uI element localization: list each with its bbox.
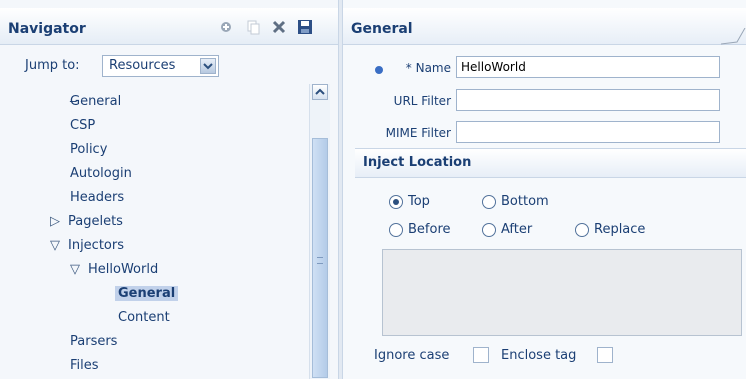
inject-location-header: Inject Location bbox=[355, 148, 746, 178]
expand-arrow-icon[interactable]: ▷ bbox=[50, 214, 62, 229]
required-dot-icon bbox=[374, 64, 384, 79]
radio-before[interactable] bbox=[389, 223, 403, 237]
radio-top[interactable] bbox=[389, 195, 403, 209]
url-filter-label: URL Filter bbox=[393, 94, 451, 108]
add-icon[interactable] bbox=[218, 19, 234, 35]
ignore-case-checkbox[interactable] bbox=[473, 347, 489, 363]
name-input[interactable] bbox=[456, 56, 720, 78]
delete-icon[interactable] bbox=[271, 19, 287, 35]
radio-after[interactable] bbox=[482, 223, 496, 237]
radio-replace-label: Replace bbox=[594, 222, 646, 237]
navigator-pane: Navigator Jump to: Resources _ General C… bbox=[0, 0, 338, 379]
radio-bottom[interactable] bbox=[482, 195, 496, 209]
radio-bottom-label: Bottom bbox=[501, 194, 549, 209]
general-title: General bbox=[351, 21, 413, 37]
tree-item-headers[interactable]: Headers bbox=[70, 190, 124, 205]
general-header: General bbox=[343, 8, 746, 45]
chevron-down-icon[interactable] bbox=[200, 58, 216, 74]
tree-item-helloworld-general[interactable]: General bbox=[115, 286, 179, 301]
tree-item-parsers[interactable]: Parsers bbox=[70, 334, 117, 349]
enclose-tag-label: Enclose tag bbox=[501, 348, 577, 363]
tree-item-general[interactable]: General bbox=[70, 94, 121, 109]
tree-item-policy[interactable]: Policy bbox=[70, 142, 107, 157]
copy-icon[interactable] bbox=[245, 19, 261, 35]
ignore-case-label: Ignore case bbox=[374, 348, 450, 363]
navigator-header: Navigator bbox=[0, 8, 338, 45]
resource-tree: _ General CSP Policy Autologin Headers ▷… bbox=[0, 90, 305, 379]
radio-replace[interactable] bbox=[575, 223, 589, 237]
tree-item-pagelets-label: Pagelets bbox=[68, 214, 123, 229]
mime-filter-input[interactable] bbox=[456, 121, 720, 143]
jump-to-label: Jump to: bbox=[25, 58, 80, 73]
navigator-title: Navigator bbox=[8, 21, 86, 37]
general-pane: General * Name URL Filter MIME Filter In… bbox=[343, 0, 746, 379]
radio-before-label: Before bbox=[408, 222, 451, 237]
navigator-scrollbar[interactable] bbox=[309, 84, 330, 379]
scroll-up-button[interactable] bbox=[312, 84, 328, 100]
tree-item-autologin[interactable]: Autologin bbox=[70, 166, 132, 181]
inject-location-title: Inject Location bbox=[363, 155, 472, 170]
radio-after-label: After bbox=[501, 222, 533, 237]
collapse-arrow-icon[interactable]: ▽ bbox=[50, 238, 62, 253]
mime-filter-label: MIME Filter bbox=[385, 126, 451, 140]
scroll-grip-icon bbox=[317, 257, 323, 264]
tree-item-injectors-label: Injectors bbox=[68, 238, 124, 253]
inject-content-textarea[interactable] bbox=[382, 249, 742, 336]
jump-to-select[interactable]: Resources bbox=[102, 55, 219, 77]
tree-item-csp[interactable]: CSP bbox=[70, 118, 95, 133]
callout-corner-icon bbox=[720, 27, 746, 50]
tree-item-helloworld-content[interactable]: Content bbox=[118, 310, 170, 325]
url-filter-input[interactable] bbox=[456, 89, 720, 111]
collapse-arrow-icon[interactable]: ▽ bbox=[70, 262, 82, 277]
tree-item-injectors[interactable]: ▽ Injectors bbox=[50, 238, 124, 253]
tree-item-helloworld-label: HelloWorld bbox=[88, 262, 159, 277]
name-label: * Name bbox=[405, 61, 451, 75]
tree-item-helloworld[interactable]: ▽ HelloWorld bbox=[70, 262, 158, 277]
tree-item-pagelets[interactable]: ▷ Pagelets bbox=[50, 214, 123, 229]
scroll-thumb[interactable] bbox=[312, 138, 328, 378]
save-icon[interactable] bbox=[297, 19, 313, 35]
enclose-tag-checkbox[interactable] bbox=[597, 347, 613, 363]
jump-to-value: Resources bbox=[109, 58, 176, 73]
radio-top-label: Top bbox=[408, 194, 430, 209]
tree-item-files[interactable]: Files bbox=[70, 358, 99, 373]
